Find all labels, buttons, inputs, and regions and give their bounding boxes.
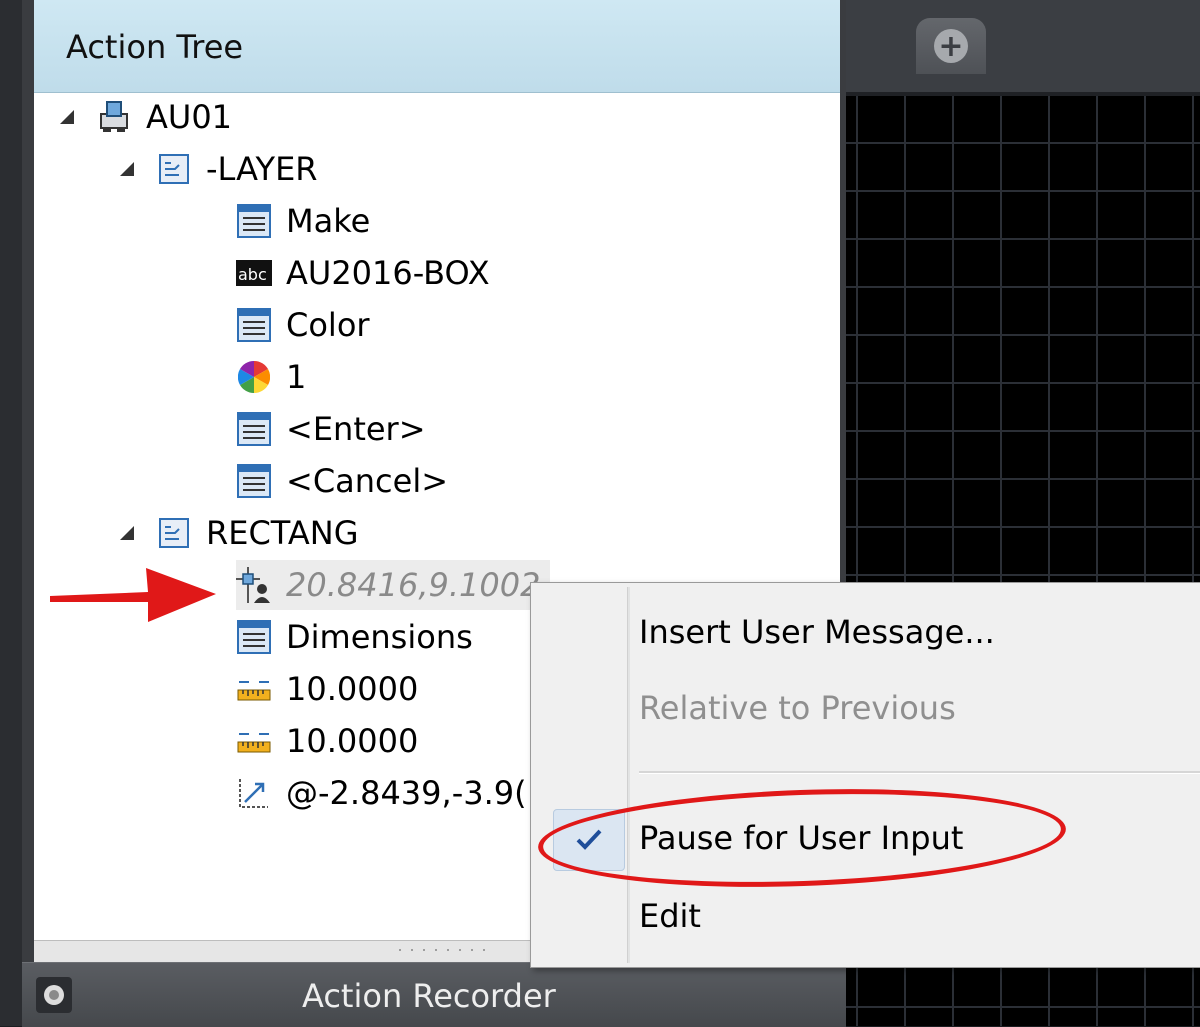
tree-node-enter[interactable]: <Enter> — [236, 404, 426, 454]
tree-node-layer[interactable]: -LAYER — [116, 144, 318, 194]
macro-icon — [96, 99, 132, 135]
tree-label: 1 — [286, 358, 307, 396]
tree-node-make[interactable]: Make — [236, 196, 370, 246]
command-option-icon — [236, 203, 272, 239]
file-tab-bar: + — [846, 0, 1200, 96]
footer-title: Action Recorder — [302, 977, 556, 1015]
resize-grip-icon[interactable] — [394, 947, 494, 953]
command-option-icon — [236, 463, 272, 499]
command-option-icon — [236, 411, 272, 447]
distance-ruler-icon — [236, 723, 272, 759]
menu-separator — [639, 771, 1200, 774]
new-tab-button[interactable]: + — [916, 18, 986, 74]
command-option-icon — [236, 619, 272, 655]
panel-title: Action Tree — [66, 28, 244, 66]
tree-node-color-value[interactable]: 1 — [236, 352, 306, 402]
tree-node-color[interactable]: Color — [236, 300, 370, 350]
menu-gutter — [627, 587, 630, 963]
tree-node-dim2[interactable]: 10.0000 — [236, 716, 418, 766]
tree-node-cancel[interactable]: <Cancel> — [236, 456, 448, 506]
tree-node-dimensions[interactable]: Dimensions — [236, 612, 473, 662]
menu-item-edit[interactable]: Edit — [639, 897, 701, 935]
plus-icon: + — [934, 29, 968, 64]
tree-node-relative-point[interactable]: @-2.8439,-3.9( — [236, 768, 527, 818]
red-arrow-annotation — [50, 568, 216, 622]
tree-label: Dimensions — [286, 618, 473, 656]
color-wheel-icon — [236, 359, 272, 395]
pick-point-user-icon — [236, 567, 272, 603]
collapse-triangle-icon[interactable] — [56, 106, 78, 128]
text-value-icon: abc — [236, 255, 272, 291]
tree-node-point-selected[interactable]: 20.8416,9.1002 — [236, 560, 551, 610]
tree-label: -LAYER — [206, 150, 318, 188]
tree-node-au2016[interactable]: abc AU2016-BOX — [236, 248, 490, 298]
panel-header: Action Tree — [34, 0, 840, 93]
tree-label: Make — [286, 202, 371, 240]
tree-label: <Cancel> — [286, 462, 449, 500]
tree-node-rectang[interactable]: RECTANG — [116, 508, 358, 558]
tree-label: Color — [286, 306, 370, 344]
recorder-icon[interactable] — [36, 977, 72, 1013]
tree-node-au01[interactable]: AU01 — [56, 92, 232, 142]
context-menu: Insert User Message... Relative to Previ… — [530, 582, 1200, 968]
command-option-icon — [236, 307, 272, 343]
left-dock-strip — [0, 0, 22, 1026]
relative-coordinate-icon — [236, 775, 272, 811]
tree-label: AU01 — [146, 98, 233, 136]
tree-label: @-2.8439,-3.9( — [286, 774, 527, 812]
command-icon — [156, 515, 192, 551]
menu-item-insert-user-message[interactable]: Insert User Message... — [639, 613, 995, 651]
menu-item-relative-to-previous: Relative to Previous — [639, 689, 956, 727]
svg-text:abc: abc — [238, 265, 267, 284]
tree-label: 10.0000 — [286, 722, 419, 760]
command-icon — [156, 151, 192, 187]
collapse-triangle-icon[interactable] — [116, 158, 138, 180]
collapse-triangle-icon[interactable] — [116, 522, 138, 544]
action-recorder-footer: Action Recorder — [22, 962, 846, 1027]
tree-label: RECTANG — [206, 514, 359, 552]
tree-label: AU2016-BOX — [286, 254, 490, 292]
tree-label: 10.0000 — [286, 670, 419, 708]
tree-node-dim1[interactable]: 10.0000 — [236, 664, 418, 714]
tree-label: 20.8416,9.1002 — [286, 566, 541, 604]
tree-label: <Enter> — [286, 410, 426, 448]
distance-ruler-icon — [236, 671, 272, 707]
